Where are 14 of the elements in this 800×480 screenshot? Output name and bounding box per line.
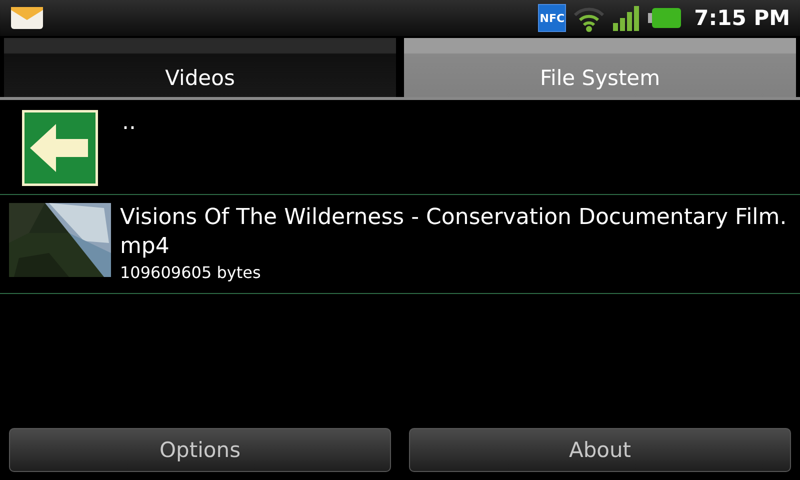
tab[interactable]: File System <box>404 38 796 97</box>
file-row[interactable]: .. <box>0 100 800 195</box>
battery-icon <box>648 7 682 29</box>
left-arrow-icon <box>22 110 98 186</box>
about-button[interactable]: About <box>409 428 791 472</box>
file-name: Visions Of The Wilderness - Conservation Documentary Film.mp4 <box>120 204 788 261</box>
file-row[interactable]: Visions Of The Wilderness - Conservation Documentary Film.mp4 109609605 bytes <box>0 195 800 294</box>
parent-folder-name: .. <box>122 110 136 135</box>
tab[interactable]: Videos <box>4 38 396 97</box>
clock-time: 7:15 PM <box>694 6 790 30</box>
options-button[interactable]: Options <box>9 428 391 472</box>
envelope-icon <box>10 6 44 30</box>
nfc-icon: NFC <box>538 4 566 32</box>
file-size: 109609605 bytes <box>120 263 262 282</box>
